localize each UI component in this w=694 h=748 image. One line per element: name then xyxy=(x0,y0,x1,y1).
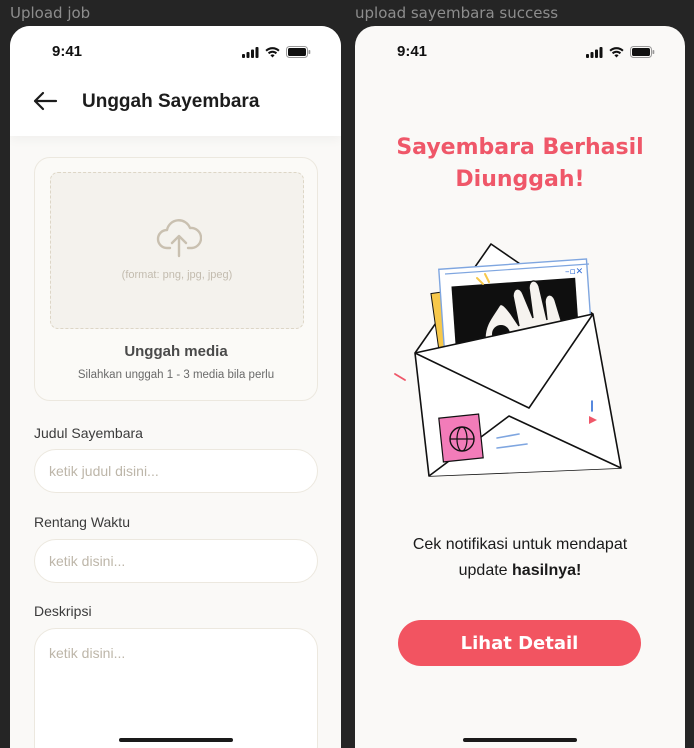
upload-media-card: (format: png, jpg, jpeg) Unggah media Si… xyxy=(34,157,318,401)
signal-icon xyxy=(586,46,603,58)
frame-label-upload-success: upload sayembara success xyxy=(355,4,559,22)
notice-line2-prefix: update xyxy=(458,562,513,579)
wifi-icon xyxy=(609,46,624,57)
success-title-line2: Diunggah! xyxy=(455,167,585,192)
upload-success-screen: 9:41 Sayembara Berhasil Diunggah! –▫✕ Ce… xyxy=(355,26,685,748)
notice-line2: update hasilnya! xyxy=(355,558,685,584)
upload-job-screen: 9:41 Unggah Sayembara (format: png, jpg,… xyxy=(10,26,341,748)
cloud-upload-icon xyxy=(156,219,202,258)
signal-icon xyxy=(242,46,259,58)
svg-text:–▫✕: –▫✕ xyxy=(565,267,583,277)
page-title: Unggah Sayembara xyxy=(82,91,260,112)
upload-media-title: Unggah media xyxy=(124,343,228,360)
status-time: 9:41 xyxy=(52,43,83,60)
lihat-detail-button[interactable]: Lihat Detail xyxy=(398,620,641,666)
battery-icon xyxy=(630,46,655,58)
upload-dropzone[interactable]: (format: png, jpg, jpeg) xyxy=(50,172,304,329)
judul-sayembara-label: Judul Sayembara xyxy=(34,425,143,441)
success-title: Sayembara Berhasil Diunggah! xyxy=(355,132,685,196)
status-icons xyxy=(586,46,655,58)
wifi-icon xyxy=(265,46,280,57)
status-bar: 9:41 xyxy=(355,26,685,76)
deskripsi-textarea[interactable]: ketik disini... xyxy=(34,628,318,748)
notice-text: Cek notifikasi untuk mendapat update has… xyxy=(355,532,685,584)
judul-sayembara-input[interactable]: ketik judul disini... xyxy=(34,449,318,493)
rentang-waktu-input[interactable]: ketik disini... xyxy=(34,539,318,583)
rentang-waktu-label: Rentang Waktu xyxy=(34,514,130,530)
back-arrow-icon[interactable] xyxy=(32,90,58,112)
envelope-photo-illustration: –▫✕ xyxy=(394,243,622,477)
status-icons xyxy=(242,46,311,58)
status-time: 9:41 xyxy=(397,43,428,60)
upload-format-hint: (format: png, jpg, jpeg) xyxy=(121,269,233,281)
home-indicator xyxy=(463,738,577,742)
deskripsi-label: Deskripsi xyxy=(34,603,92,619)
status-bar: 9:41 xyxy=(10,26,341,76)
app-header: 9:41 Unggah Sayembara xyxy=(10,26,341,136)
notice-line1: Cek notifikasi untuk mendapat xyxy=(412,536,628,553)
battery-icon xyxy=(286,46,311,58)
notice-line2-bold: hasilnya! xyxy=(512,562,582,579)
upload-media-subtitle: Silahkan unggah 1 - 3 media bila perlu xyxy=(77,369,275,381)
success-title-line1: Sayembara Berhasil xyxy=(396,135,644,160)
home-indicator xyxy=(118,738,233,742)
frame-label-upload-job: Upload job xyxy=(10,4,91,22)
